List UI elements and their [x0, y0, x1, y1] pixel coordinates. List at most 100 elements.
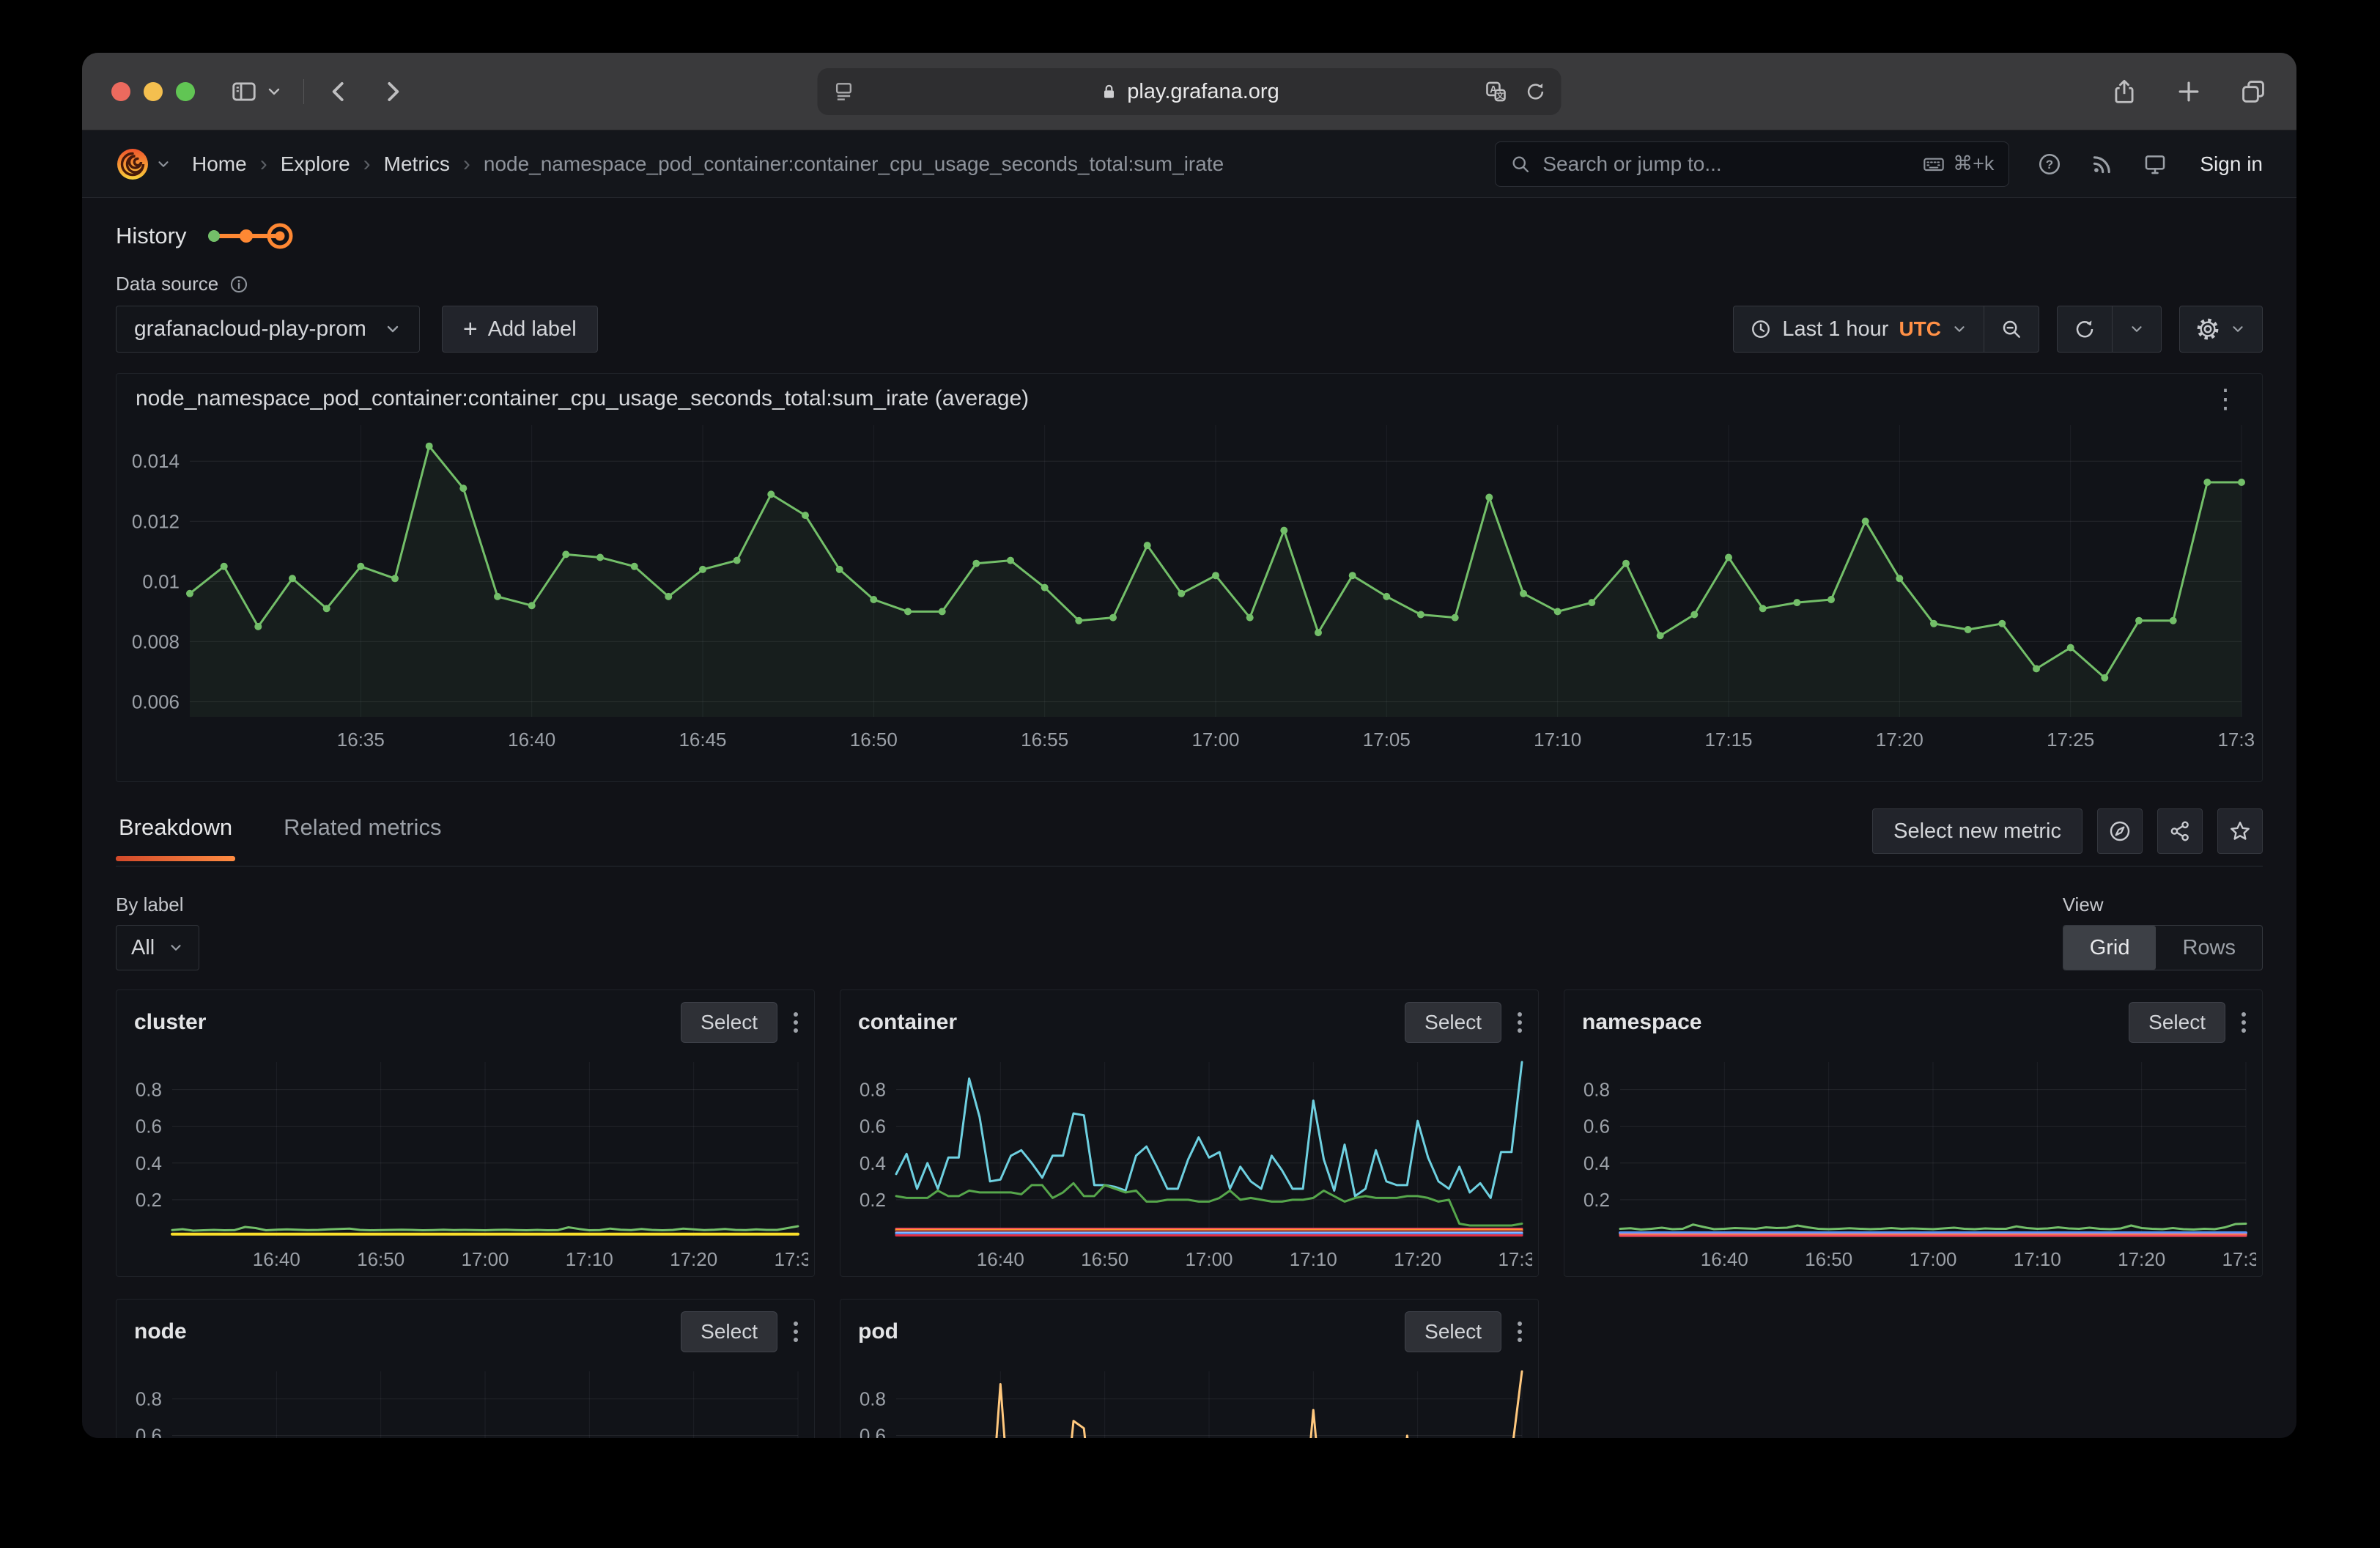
svg-text:16:50: 16:50 — [357, 1248, 404, 1270]
svg-text:17:20: 17:20 — [670, 1248, 717, 1270]
svg-text:16:45: 16:45 — [679, 729, 726, 751]
history-step-dot[interactable] — [208, 230, 220, 242]
datasource-picker[interactable]: grafanacloud-play-prom — [116, 306, 420, 353]
compass-icon — [2108, 819, 2132, 843]
panel-title: container — [858, 1010, 957, 1035]
panel-menu-icon[interactable] — [789, 1008, 802, 1037]
refresh-group — [2057, 306, 2162, 353]
chevron-down-icon — [2230, 321, 2246, 337]
settings-button[interactable] — [2180, 306, 2262, 352]
panel-menu-icon[interactable]: ⋮ — [2208, 386, 2243, 412]
by-label-picker[interactable]: All — [116, 925, 199, 970]
back-icon[interactable] — [325, 78, 352, 106]
sign-in-link[interactable]: Sign in — [2200, 152, 2263, 176]
history-label: History — [116, 223, 186, 249]
svg-text:17:10: 17:10 — [566, 1248, 613, 1270]
sidebar-chevron-down-icon[interactable] — [265, 83, 283, 100]
panel-menu-icon[interactable] — [1513, 1317, 1526, 1346]
select-button[interactable]: Select — [681, 1002, 777, 1043]
panel-menu-icon[interactable] — [789, 1317, 802, 1346]
svg-text:16:50: 16:50 — [1081, 1248, 1128, 1270]
time-range-button[interactable]: Last 1 hour UTC — [1734, 306, 1984, 352]
panel-chart[interactable]: 0.20.40.60.816:4016:5017:0017:1017:2017:… — [846, 1043, 1532, 1272]
breadcrumb-home[interactable]: Home — [192, 152, 247, 176]
help-icon[interactable] — [2037, 152, 2062, 177]
select-button[interactable]: Select — [2129, 1002, 2225, 1043]
info-icon[interactable] — [229, 274, 249, 295]
time-range-text: Last 1 hour — [1782, 317, 1888, 342]
select-button[interactable]: Select — [1405, 1311, 1501, 1352]
metric-panel-title: node_namespace_pod_container:container_c… — [136, 386, 1029, 411]
view-toggle: Grid Rows — [2063, 925, 2263, 970]
svg-text:17:30: 17:30 — [774, 1248, 808, 1270]
sidebar-toggle-icon[interactable] — [230, 78, 258, 106]
panel-chart[interactable]: 0.20.40.60.816:4016:5017:0017:1017:2017:… — [846, 1352, 1532, 1438]
select-button[interactable]: Select — [681, 1311, 777, 1352]
timezone-badge: UTC — [1899, 317, 1941, 341]
close-window-button[interactable] — [111, 82, 130, 101]
select-new-metric-button[interactable]: Select new metric — [1872, 808, 2082, 854]
view-rows-option[interactable]: Rows — [2156, 926, 2262, 970]
zoom-out-button[interactable] — [1984, 306, 2039, 352]
view-grid-option[interactable]: Grid — [2063, 926, 2157, 970]
breakdown-filters: By label All View Grid Rows — [116, 893, 2263, 970]
new-tab-icon[interactable] — [2175, 78, 2203, 106]
svg-text:16:50: 16:50 — [1805, 1248, 1852, 1270]
grafana-logo[interactable] — [116, 147, 149, 181]
breadcrumb-metrics[interactable]: Metrics — [384, 152, 450, 176]
org-chevron-down-icon[interactable] — [155, 156, 171, 172]
panel-chart[interactable]: 0.20.40.60.816:4016:5017:0017:1017:2017:… — [122, 1352, 808, 1438]
tab-bar: Breakdown Related metrics Select new met… — [116, 808, 2263, 867]
zoom-window-button[interactable] — [176, 82, 195, 101]
panel-menu-icon[interactable] — [2237, 1008, 2250, 1037]
svg-text:0.4: 0.4 — [136, 1152, 162, 1174]
svg-text:17:30: 17:30 — [1498, 1248, 1532, 1270]
panel-menu-icon[interactable] — [1513, 1008, 1526, 1037]
svg-text:17:00: 17:00 — [461, 1248, 509, 1270]
news-rss-icon[interactable] — [2090, 152, 2115, 177]
history-steps[interactable] — [205, 221, 298, 251]
share-metric-button[interactable] — [2157, 808, 2203, 854]
svg-text:0.6: 0.6 — [136, 1425, 162, 1438]
add-label-button[interactable]: + Add label — [442, 306, 598, 353]
by-label-label: By label — [116, 893, 199, 916]
minimize-window-button[interactable] — [144, 82, 163, 101]
panel-title: namespace — [1582, 1010, 1701, 1035]
refresh-button[interactable] — [2058, 306, 2112, 352]
panel-chart[interactable]: 0.20.40.60.816:4016:5017:0017:1017:2017:… — [122, 1043, 808, 1272]
svg-text:0.2: 0.2 — [136, 1189, 162, 1211]
by-label-value: All — [131, 936, 155, 960]
refresh-interval-dropdown[interactable] — [2112, 306, 2161, 352]
tabs-overview-icon[interactable] — [2239, 78, 2267, 106]
svg-text:0.2: 0.2 — [860, 1189, 886, 1211]
svg-text:0.6: 0.6 — [860, 1116, 886, 1138]
svg-text:0.6: 0.6 — [860, 1425, 886, 1438]
search-input[interactable]: Search or jump to... ⌘+k — [1495, 141, 2009, 187]
panel-chart[interactable]: 0.20.40.60.816:4016:5017:0017:1017:2017:… — [1570, 1043, 2256, 1272]
breadcrumb-explore[interactable]: Explore — [281, 152, 350, 176]
tab-related-metrics[interactable]: Related metrics — [281, 808, 444, 860]
svg-text:16:40: 16:40 — [253, 1248, 300, 1270]
share-icon[interactable] — [2110, 78, 2138, 106]
browser-toolbar: play.grafana.org — [82, 53, 2296, 130]
history-step-dot[interactable] — [240, 229, 253, 243]
bookmark-button[interactable] — [2217, 808, 2263, 854]
clock-icon — [1750, 318, 1772, 340]
display-icon[interactable] — [2143, 152, 2168, 177]
plus-icon: + — [463, 315, 478, 344]
svg-text:0.8: 0.8 — [860, 1079, 886, 1101]
gear-icon — [2196, 317, 2220, 341]
main-metric-chart[interactable]: 0.0060.0080.010.0120.01416:3516:4016:451… — [122, 415, 2255, 759]
svg-text:0.8: 0.8 — [136, 1388, 162, 1410]
tab-breakdown[interactable]: Breakdown — [116, 808, 235, 860]
explore-button[interactable] — [2097, 808, 2143, 854]
svg-text:0.6: 0.6 — [1583, 1116, 1610, 1138]
address-bar[interactable]: play.grafana.org — [818, 68, 1562, 115]
forward-icon[interactable] — [379, 78, 407, 106]
time-picker: Last 1 hour UTC — [1733, 306, 2039, 353]
svg-text:17:30: 17:30 — [2222, 1248, 2256, 1270]
svg-text:17:20: 17:20 — [2118, 1248, 2165, 1270]
svg-text:17:25: 17:25 — [2047, 729, 2094, 751]
select-button[interactable]: Select — [1405, 1002, 1501, 1043]
svg-text:17:10: 17:10 — [2014, 1248, 2061, 1270]
